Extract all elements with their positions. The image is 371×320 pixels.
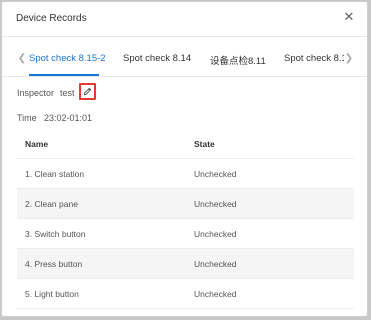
edit-inspector-button[interactable] — [79, 83, 96, 100]
row-name: 2. Clean pane — [25, 199, 78, 209]
device-records-dialog: Device Records ✕ ❮ Spot check 8.15-2 Spo… — [1, 1, 368, 317]
table-header: Name State — [17, 129, 354, 159]
row-state: Unchecked — [194, 169, 237, 179]
time-value: 23:02-01:01 — [44, 113, 93, 123]
close-icon[interactable]: ✕ — [341, 9, 357, 25]
row-name: 1. Clean station — [25, 169, 85, 179]
pencil-icon — [83, 87, 92, 96]
inspector-label: Inspector — [17, 88, 55, 98]
table-row: 5. Light button Unchecked — [17, 279, 354, 309]
tab-spot-check-8-14-b[interactable]: Spot check 8.14 — [284, 53, 344, 64]
row-state: Unchecked — [194, 259, 237, 269]
table-row: 1. Clean station Unchecked — [17, 159, 354, 189]
dialog-header: Device Records ✕ — [2, 2, 367, 37]
chevron-left-icon[interactable]: ❮ — [17, 52, 27, 66]
tab-device-check-8-11[interactable]: 设备点检8.11 — [210, 53, 266, 67]
active-tab-indicator — [29, 74, 99, 76]
tab-track: Spot check 8.15-2 Spot check 8.14 设备点检8.… — [29, 44, 344, 76]
row-state: Unchecked — [194, 199, 237, 209]
table-row: 2. Clean pane Unchecked — [17, 189, 354, 219]
column-header-name: Name — [25, 139, 49, 149]
chevron-right-icon[interactable]: ❯ — [344, 52, 354, 66]
row-state: Unchecked — [194, 229, 237, 239]
row-name: 4. Press button — [25, 259, 83, 269]
tab-spot-check-8-14[interactable]: Spot check 8.14 — [123, 53, 191, 64]
dialog-title: Device Records — [16, 13, 87, 24]
tab-spot-check-8-15-2[interactable]: Spot check 8.15-2 — [29, 53, 106, 64]
column-header-state: State — [194, 139, 215, 149]
row-name: 3. Switch button — [25, 229, 86, 239]
inspector-value: test — [60, 88, 75, 98]
table-row: 3. Switch button Unchecked — [17, 219, 354, 249]
row-name: 5. Light button — [25, 289, 79, 299]
tab-bar: ❮ Spot check 8.15-2 Spot check 8.14 设备点检… — [2, 44, 367, 77]
records-table: Name State 1. Clean station Unchecked 2.… — [17, 129, 354, 309]
table-row: 4. Press button Unchecked — [17, 249, 354, 279]
row-state: Unchecked — [194, 289, 237, 299]
time-label: Time — [17, 113, 37, 123]
